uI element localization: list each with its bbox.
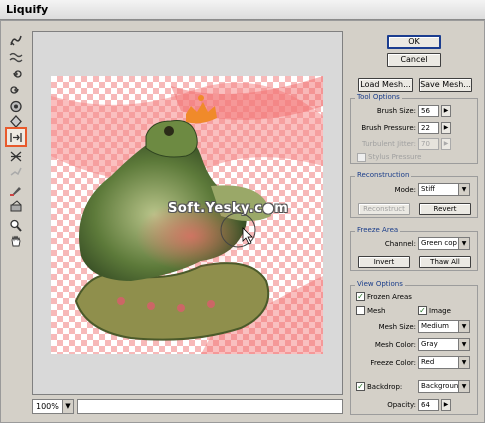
mesh-color-label: Mesh Color: <box>374 341 416 349</box>
stylus-pressure-label: Stylus Pressure <box>368 153 422 161</box>
brush-size-arrow-icon[interactable]: ▶ <box>441 105 451 117</box>
thaw-mask-tool-icon[interactable] <box>8 199 24 213</box>
channel-select[interactable]: Green cop ▼ <box>418 237 470 250</box>
chevron-down-icon[interactable]: ▼ <box>458 339 469 350</box>
opacity-label: Opacity: <box>387 401 416 409</box>
mode-select[interactable]: Stiff ▼ <box>418 183 470 196</box>
window-title: Liquify <box>6 3 49 16</box>
mesh-checkbox[interactable] <box>356 306 365 315</box>
hand-tool-icon[interactable] <box>8 233 24 247</box>
brush-cursor-icon <box>220 212 256 248</box>
revert-button[interactable]: Revert <box>419 203 471 215</box>
zoom-level-select[interactable]: 100% ▼ <box>32 399 74 414</box>
mesh-size-select[interactable]: Medium ▼ <box>418 320 470 333</box>
twirl-counterclockwise-tool-icon[interactable] <box>8 83 24 97</box>
channel-value: Green cop <box>421 239 457 247</box>
brush-pressure-label: Brush Pressure: <box>361 124 416 132</box>
view-options-title: View Options <box>355 280 405 288</box>
freeze-color-label: Freeze Color: <box>370 359 416 367</box>
chevron-down-icon[interactable]: ▼ <box>458 381 469 392</box>
mesh-size-value: Medium <box>421 322 449 330</box>
pucker-tool-icon[interactable] <box>8 99 24 113</box>
backdrop-value: Backgroun <box>421 382 459 390</box>
chevron-down-icon[interactable]: ▼ <box>62 400 73 413</box>
chevron-down-icon[interactable]: ▼ <box>458 321 469 332</box>
save-mesh-button[interactable]: Save Mesh... <box>419 78 472 92</box>
backdrop-checkbox[interactable]: ✓ <box>356 382 365 391</box>
backdrop-label: Backdrop: <box>367 383 403 391</box>
zoom-tool-icon[interactable] <box>8 218 24 232</box>
turbulence-tool-icon[interactable] <box>8 50 24 64</box>
thaw-all-button[interactable]: Thaw All <box>419 256 471 268</box>
opacity-arrow-icon[interactable]: ▶ <box>441 399 451 411</box>
freeze-color-select[interactable]: Red ▼ <box>418 356 470 369</box>
mode-label: Mode: <box>394 186 416 194</box>
image-label: Image <box>429 307 451 315</box>
image-checkbox[interactable]: ✓ <box>418 306 427 315</box>
reconstruct-button[interactable]: Reconstruct <box>358 203 410 215</box>
mode-value: Stiff <box>421 185 435 193</box>
brush-size-field[interactable]: 56 <box>418 105 439 117</box>
channel-label: Channel: <box>384 240 416 248</box>
chevron-down-icon[interactable]: ▼ <box>458 357 469 368</box>
title-bar[interactable]: Liquify <box>0 0 485 20</box>
turbulent-jitter-arrow-icon[interactable]: ▶ <box>441 138 451 150</box>
load-mesh-button[interactable]: Load Mesh... <box>358 78 413 92</box>
reconstruct-tool-icon[interactable] <box>8 164 24 178</box>
turbulent-jitter-label: Turbulent Jitter: <box>362 140 416 148</box>
brush-pressure-field[interactable]: 22 <box>418 122 439 134</box>
freeze-area-title: Freeze Area <box>355 226 401 234</box>
brush-size-label: Brush Size: <box>376 107 416 115</box>
mesh-size-label: Mesh Size: <box>378 323 416 331</box>
tool-options-title: Tool Options <box>355 93 402 101</box>
chevron-down-icon[interactable]: ▼ <box>458 184 469 195</box>
backdrop-select[interactable]: Backgroun ▼ <box>418 380 470 393</box>
freeze-color-value: Red <box>421 358 435 366</box>
frozen-areas-label: Frozen Areas <box>367 293 412 301</box>
frozen-areas-checkbox[interactable]: ✓ <box>356 292 365 301</box>
brush-pressure-arrow-icon[interactable]: ▶ <box>441 122 451 134</box>
invert-button[interactable]: Invert <box>358 256 410 268</box>
status-field <box>77 399 343 414</box>
warp-tool-icon[interactable] <box>8 33 24 47</box>
bloat-tool-icon[interactable] <box>8 114 24 128</box>
twirl-clockwise-tool-icon[interactable] <box>8 67 24 81</box>
mesh-color-value: Gray <box>421 340 438 348</box>
mesh-label: Mesh <box>367 307 386 315</box>
chevron-down-icon[interactable]: ▼ <box>458 238 469 249</box>
mesh-color-select[interactable]: Gray ▼ <box>418 338 470 351</box>
reflection-tool-icon[interactable] <box>8 149 24 163</box>
turbulent-jitter-field[interactable]: 70 <box>418 138 439 150</box>
ok-button[interactable]: OK <box>387 35 441 49</box>
cancel-button[interactable]: Cancel <box>387 53 441 67</box>
opacity-field[interactable]: 64 <box>418 399 439 411</box>
shift-pixels-tool-icon[interactable] <box>5 127 27 147</box>
reconstruction-title: Reconstruction <box>355 171 412 179</box>
freeze-mask-tool-icon[interactable] <box>8 183 24 197</box>
stylus-pressure-checkbox[interactable] <box>357 153 366 162</box>
zoom-level-value: 100% <box>36 402 59 411</box>
